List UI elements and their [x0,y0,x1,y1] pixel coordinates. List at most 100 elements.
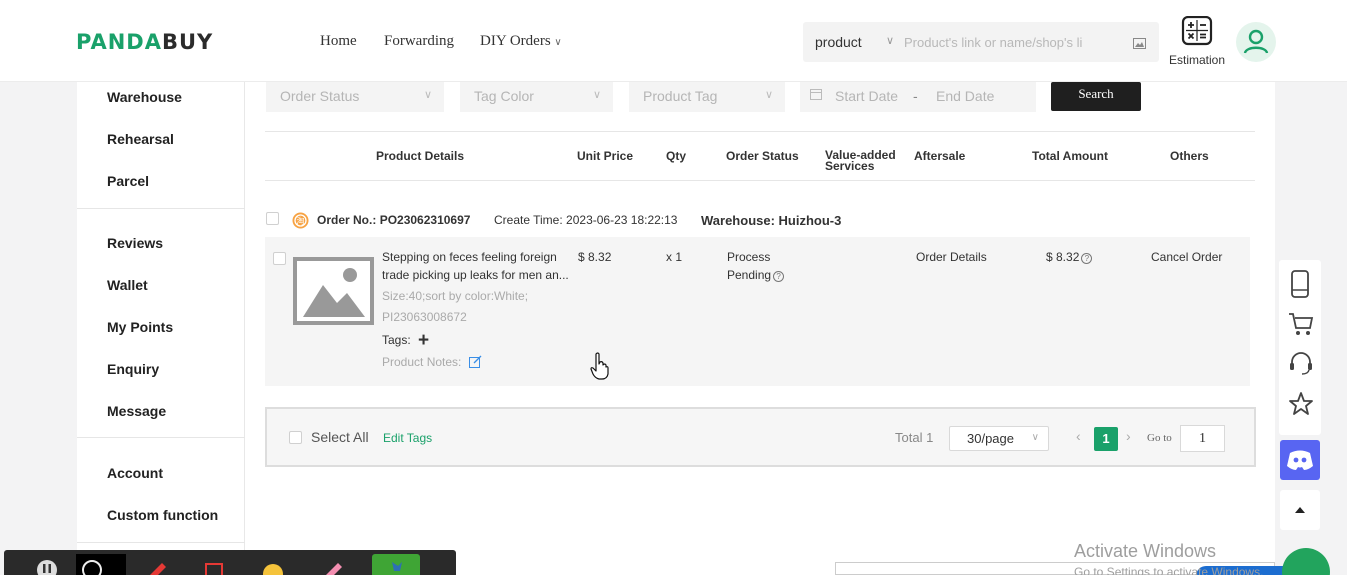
sidebar-item-reviews[interactable]: Reviews [107,235,163,251]
create-time-value: 2023-06-23 18:22:13 [566,213,678,227]
chevron-down-icon: ∨ [592,89,601,101]
sidebar-item-account[interactable]: Account [107,465,163,481]
sidebar-item-my-points[interactable]: My Points [107,319,173,335]
page-size-value: 30/page [967,431,1014,446]
tag-color-filter-label: Tag Color [474,88,534,104]
goto-label: Go to [1147,432,1172,444]
star-icon[interactable] [1288,391,1314,422]
user-avatar[interactable] [1236,22,1276,62]
col-total-amount: Total Amount [1032,149,1108,163]
chat-bubble-button[interactable] [1282,548,1330,575]
bulk-actions-bar: Select All Edit Tags Total 1 30/page ∨ ‹… [265,407,1256,467]
sidebar-item-wallet[interactable]: Wallet [107,277,148,293]
divider [265,131,1255,132]
chevron-down-icon: ∨ [886,35,895,47]
order-status-filter[interactable]: Order Status ∨ [266,82,444,112]
page-1-button[interactable]: 1 [1094,427,1118,451]
create-time-label: Create Time: [494,213,563,227]
col-aftersale: Aftersale [914,149,966,163]
tags-label: Tags: [382,333,411,347]
search-button[interactable]: Search [1051,82,1141,111]
table-row: Stepping on feces feeling foreign trade … [265,237,1250,386]
mobile-icon[interactable] [1288,270,1312,303]
nav-home[interactable]: Home [320,33,357,50]
date-range-picker[interactable]: Start Date - End Date [800,82,1036,112]
col-unit-price: Unit Price [577,149,634,163]
col-value-added-line2: Services [825,159,875,173]
search-bar: product ∨ Product's link or name/shop's … [803,22,1159,62]
quantity: x 1 [666,250,683,264]
timer-icon[interactable] [76,554,126,575]
sidebar-item-parcel[interactable]: Parcel [107,173,149,189]
nav-diy-orders[interactable]: DIY Orders ∨ [480,33,562,50]
calculator-icon [1181,15,1213,46]
product-code: PI23063008672 [382,310,467,324]
product-tags: Tags: + [382,331,429,350]
order-number-value: PO23062310697 [379,213,471,227]
order-details-link[interactable]: Order Details [916,248,987,266]
highlighter-icon[interactable] [318,554,348,575]
floating-toolbar [1279,260,1321,435]
chevron-down-icon: ∨ [423,89,432,101]
edit-note-icon[interactable] [468,355,482,373]
select-all-checkbox[interactable] [289,431,302,444]
start-date-input[interactable]: Start Date [835,88,898,104]
page-size-select[interactable]: 30/page ∨ [949,426,1049,451]
discord-button[interactable] [1280,440,1320,480]
taobao-icon: 淘 [292,212,309,232]
product-tag-filter[interactable]: Product Tag ∨ [629,82,785,112]
prev-page-icon[interactable]: ‹ [1076,428,1081,444]
emoji-icon[interactable] [259,554,289,575]
select-all-label[interactable]: Select All [311,429,369,445]
help-icon[interactable]: ? [1081,253,1093,264]
back-to-top-button[interactable] [1280,490,1320,530]
rectangle-icon[interactable] [200,554,230,575]
order-status-filter-label: Order Status [280,88,360,104]
nav-forwarding[interactable]: Forwarding [384,33,454,50]
sidebar-item-custom-function[interactable]: Custom function [107,507,218,523]
search-input[interactable]: Product's link or name/shop's li [904,35,1100,50]
product-title-line1[interactable]: Stepping on feces feeling foreign [382,248,557,266]
order-status: Process Pending? [727,248,785,284]
svg-text:淘: 淘 [297,216,305,226]
product-title-line2[interactable]: trade picking up leaks for men an... [382,266,569,284]
sidebar-item-enquiry[interactable]: Enquiry [107,361,159,377]
chevron-down-icon: ∨ [764,89,773,101]
product-image-placeholder[interactable] [293,257,374,325]
goto-page-input[interactable]: 1 [1180,425,1225,452]
help-icon[interactable]: ? [773,271,785,282]
orders-panel: Order Status ∨ Tag Color ∨ Product Tag ∨… [245,82,1275,575]
cursor-highlight-icon[interactable] [372,554,420,575]
calendar-icon [810,87,822,103]
image-placeholder-icon [303,268,365,317]
add-tag-icon[interactable]: + [418,330,429,351]
sidebar-item-warehouse[interactable]: Warehouse [107,89,182,105]
tag-color-filter[interactable]: Tag Color ∨ [460,82,613,112]
sidebar-item-message[interactable]: Message [107,403,166,419]
sidebar-item-rehearsal[interactable]: Rehearsal [107,131,174,147]
support-headset-icon[interactable] [1288,351,1314,382]
activate-windows-title: Activate Windows [1074,541,1217,561]
estimation-button[interactable]: Estimation [1166,15,1228,67]
image-search-icon[interactable] [1133,36,1146,54]
pen-icon[interactable] [142,554,172,575]
unit-price: $ 8.32 [578,250,612,264]
chevron-down-icon: ∨ [554,37,562,48]
product-notes: Product Notes: [382,353,482,373]
total-count: Total 1 [895,430,934,445]
order-checkbox[interactable] [266,212,279,225]
sidebar-divider [77,208,245,209]
cancel-order-link[interactable]: Cancel Order [1151,248,1222,266]
activate-windows-subtitle: Go to Settings to activate Windows. [1074,565,1264,575]
end-date-input[interactable]: End Date [936,88,994,104]
edit-tags-link[interactable]: Edit Tags [383,431,432,445]
item-checkbox[interactable] [273,252,286,265]
next-page-icon[interactable]: › [1126,428,1131,444]
pandabuy-logo[interactable]: PANDABUY [76,30,213,54]
cart-icon[interactable] [1288,311,1314,342]
search-type-select[interactable]: product [815,34,862,50]
product-tag-filter-label: Product Tag [643,88,718,104]
total-amount: $ 8.32? [1046,248,1093,266]
pause-icon[interactable] [32,554,62,575]
order-status-line2: Pending [727,268,772,282]
